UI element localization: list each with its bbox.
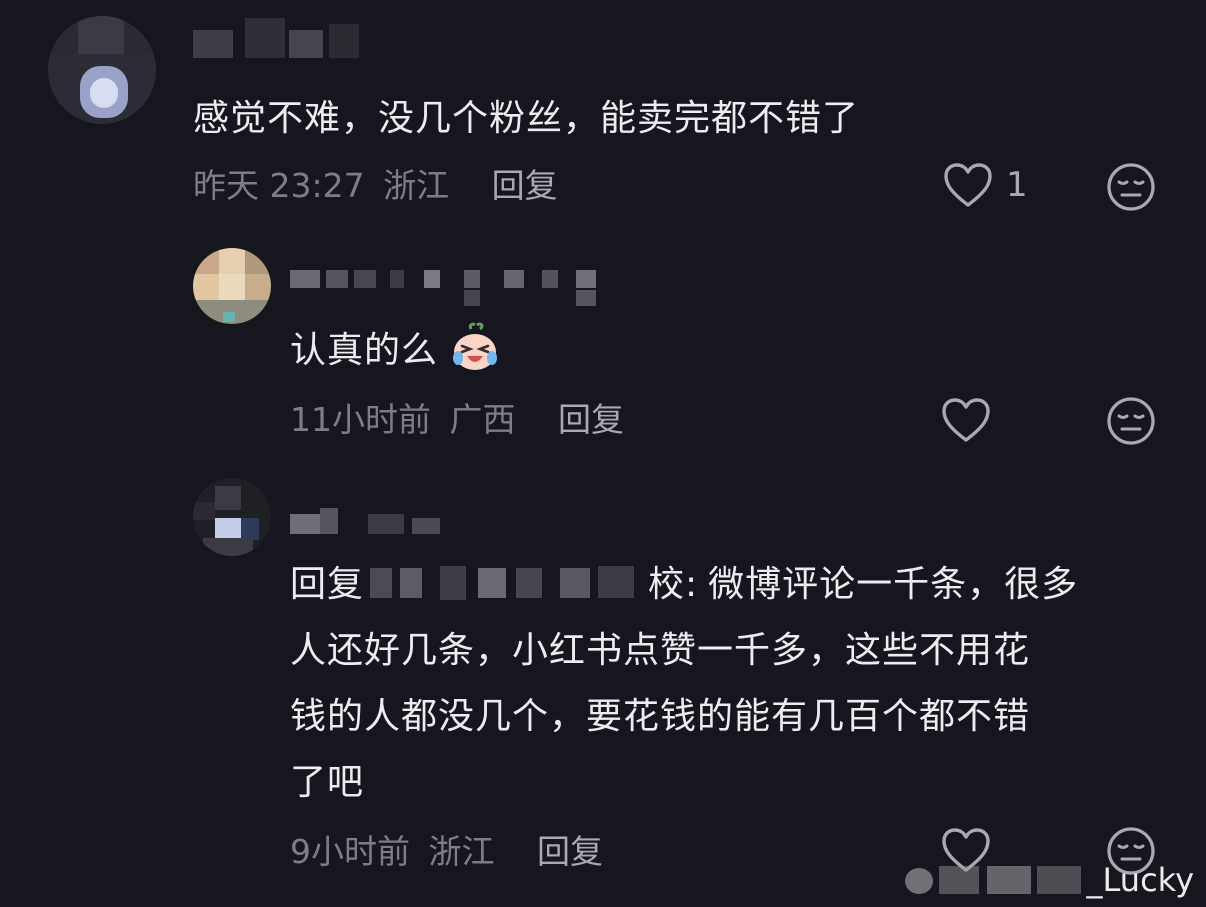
avatar[interactable] (48, 16, 156, 124)
comment-meta: 昨天 23:27 浙江 回复 (193, 166, 558, 206)
comment-line-2: 人还好几条，小红书点赞一千多，这些不用花 (290, 630, 1031, 671)
watermark-text: _Lucky (1086, 861, 1194, 899)
comment-line-3: 钱的人都没几个，要花钱的能有几百个都不错 (290, 696, 1031, 737)
heart-outline-icon (944, 163, 992, 207)
dislike-button[interactable] (1106, 162, 1156, 216)
reply-button[interactable]: 回复 (492, 166, 558, 205)
comment-meta: 11小时前 广西 回复 (290, 400, 624, 440)
comment-location: 浙江 (383, 166, 450, 205)
unamused-face-icon (1107, 163, 1155, 211)
like-button[interactable]: 1 (942, 161, 1028, 209)
reply-target-tail[interactable]: 校: (648, 564, 698, 605)
avatar[interactable] (193, 248, 271, 324)
comment-text-content: 认真的么 (290, 330, 439, 371)
comment-line-1: 回复 校: 微博评论一千条，很多 (290, 552, 1180, 618)
comment-meta: 9小时前 浙江 回复 (290, 832, 603, 872)
crying-laughing-emoji-icon (450, 322, 500, 394)
username-blurred[interactable] (290, 496, 470, 536)
comment-time: 9小时前 (290, 832, 410, 871)
like-button[interactable] (940, 396, 992, 444)
reply-button[interactable]: 回复 (537, 832, 603, 871)
avatar[interactable] (193, 478, 271, 556)
unamused-face-icon (1107, 397, 1155, 445)
username-blurred[interactable] (290, 266, 600, 306)
comment-line-4: 了吧 (290, 762, 365, 803)
reply-button[interactable]: 回复 (558, 400, 624, 439)
heart-outline-icon (942, 398, 990, 442)
watermark: _Lucky (904, 861, 1194, 899)
comment-time: 11小时前 (290, 400, 431, 439)
reply-target-blurred[interactable] (370, 562, 648, 602)
like-count: 1 (1006, 165, 1028, 205)
comment-text: 认真的么 (290, 318, 500, 394)
watermark-blurred (904, 862, 1085, 898)
comment-location: 浙江 (428, 832, 495, 871)
comment-text: 感觉不难，没几个粉丝，能卖完都不错了 (193, 98, 860, 139)
comment-location: 广西 (449, 400, 516, 439)
comment-text: 回复 校: 微博评论一千条，很多 人还好几条，小红书点赞一千多，这些不用花 钱的人… (290, 552, 1180, 816)
comment-text-line: 微博评论一千条，很多 (708, 564, 1079, 605)
comment-time: 昨天 23:27 (193, 166, 365, 205)
username-blurred[interactable] (193, 18, 363, 58)
dislike-button[interactable] (1106, 396, 1156, 450)
reply-prefix[interactable]: 回复 (290, 564, 364, 605)
